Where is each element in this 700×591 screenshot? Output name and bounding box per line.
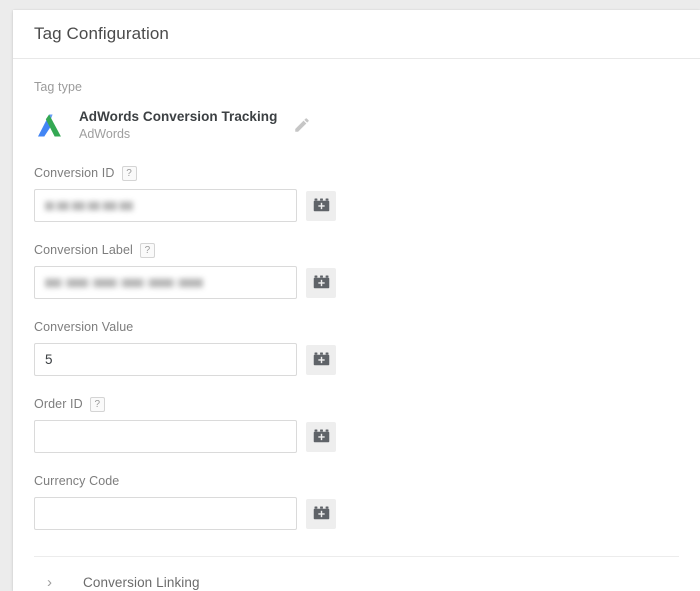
card-body: Tag type AdWords Conversion Tracking AdW… xyxy=(13,80,700,530)
field-group: Conversion ID? xyxy=(34,165,679,222)
tag-type-row[interactable]: AdWords Conversion Tracking AdWords xyxy=(34,105,679,145)
help-question-icon[interactable]: ? xyxy=(139,242,155,258)
page-background: Tag Configuration Tag type AdWords Conve… xyxy=(0,0,700,591)
tag-type-text: AdWords Conversion Tracking AdWords xyxy=(79,108,277,142)
field-label: Order ID xyxy=(34,397,83,411)
field-input-row xyxy=(34,420,679,453)
field-input-row xyxy=(34,189,679,222)
text-input[interactable] xyxy=(34,343,297,376)
text-input[interactable] xyxy=(34,420,297,453)
tag-type-name: AdWords Conversion Tracking xyxy=(79,109,278,124)
page-title: Tag Configuration xyxy=(34,24,169,43)
input-wrapper xyxy=(34,497,297,530)
field-label-row: Order ID? xyxy=(34,396,679,412)
input-wrapper xyxy=(34,343,297,376)
card-header: Tag Configuration xyxy=(13,10,700,59)
text-input[interactable] xyxy=(34,189,297,222)
field-input-row xyxy=(34,266,679,299)
input-wrapper xyxy=(34,420,297,453)
lego-brick-plus-icon-button[interactable] xyxy=(306,190,336,221)
tag-type-vendor: AdWords xyxy=(79,127,131,141)
field-group: Conversion Value xyxy=(34,319,679,376)
lego-brick-plus-icon-button[interactable] xyxy=(306,421,336,452)
chevron-right-icon[interactable]: › xyxy=(47,575,67,590)
field-group: Conversion Label? xyxy=(34,242,679,299)
help-question-icon[interactable]: ? xyxy=(121,165,137,181)
field-group: Currency Code xyxy=(34,473,679,530)
collapsible-sections: › Conversion Linking xyxy=(13,557,700,591)
field-group: Order ID? xyxy=(34,396,679,453)
field-label-row: Conversion ID? xyxy=(34,165,679,181)
field-label: Conversion Label xyxy=(34,243,133,257)
pencil-edit-icon[interactable] xyxy=(293,116,311,134)
collapsible-section-label: Conversion Linking xyxy=(83,574,200,590)
input-wrapper xyxy=(34,266,297,299)
field-label-row: Conversion Value xyxy=(34,319,679,335)
adwords-logo-icon xyxy=(38,113,61,137)
help-question-icon[interactable]: ? xyxy=(89,396,105,412)
field-input-row xyxy=(34,343,679,376)
lego-brick-plus-icon-button[interactable] xyxy=(306,267,336,298)
text-input[interactable] xyxy=(34,497,297,530)
field-label-row: Currency Code xyxy=(34,473,679,489)
lego-brick-plus-icon-button[interactable] xyxy=(306,344,336,375)
lego-brick-plus-icon-button[interactable] xyxy=(306,498,336,529)
form-fields: Conversion ID? Conversion Label? Conversio… xyxy=(34,165,679,530)
field-label-row: Conversion Label? xyxy=(34,242,679,258)
field-label: Currency Code xyxy=(34,474,120,488)
input-wrapper xyxy=(34,189,297,222)
collapsible-section-header[interactable]: › Conversion Linking xyxy=(13,557,700,591)
text-input[interactable] xyxy=(34,266,297,299)
field-input-row xyxy=(34,497,679,530)
tag-type-section-label: Tag type xyxy=(34,80,83,94)
field-label: Conversion ID xyxy=(34,166,115,180)
tag-configuration-card: Tag Configuration Tag type AdWords Conve… xyxy=(13,10,700,591)
field-label: Conversion Value xyxy=(34,320,134,334)
